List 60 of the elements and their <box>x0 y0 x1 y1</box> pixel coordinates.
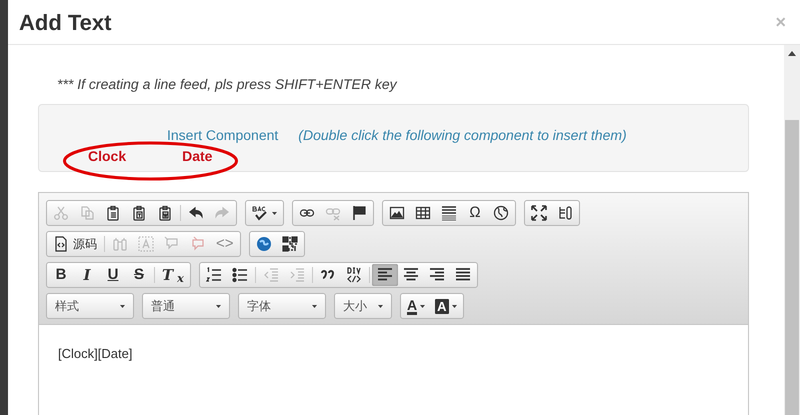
scrollbar[interactable] <box>784 45 800 415</box>
toolbar-button[interactable]: U <box>100 264 126 286</box>
dialog-title: Add Text <box>19 8 112 36</box>
dropdown[interactable]: 大小 <box>334 293 392 319</box>
toolbar-button[interactable]: I <box>74 264 100 286</box>
lines-icon <box>441 205 457 221</box>
div-icon <box>346 267 362 283</box>
clipboard-icon <box>157 205 173 221</box>
align-left-icon <box>376 267 393 283</box>
binoculars-icon <box>112 236 128 252</box>
undo-icon <box>188 205 204 221</box>
redo-icon <box>214 205 230 221</box>
scissors-icon <box>53 205 69 221</box>
clipboard-icon <box>131 205 147 221</box>
caret-icon <box>312 304 317 308</box>
qr-code-icon <box>282 236 298 252</box>
select-all-icon <box>138 236 154 252</box>
scroll-up-icon[interactable] <box>788 51 796 56</box>
toolbar-button[interactable] <box>372 264 398 286</box>
table-icon <box>415 205 431 221</box>
toolbar-button[interactable]: S <box>126 264 152 286</box>
instruction-text: (Double click the following component to insert them) <box>298 126 627 145</box>
dropdown[interactable]: 样式 <box>46 293 134 319</box>
caret-icon <box>420 304 426 308</box>
caret-icon <box>216 304 221 308</box>
scrollbar-thumb[interactable] <box>785 120 799 415</box>
caret-icon <box>120 304 125 308</box>
maximize-icon <box>531 205 547 221</box>
indent-icon <box>288 267 305 283</box>
speech-bubble-icon <box>164 236 180 252</box>
dropdown[interactable]: 普通 <box>142 293 230 319</box>
hint-text: *** If creating a line feed, pls press SHIFT+ENTER key <box>56 75 398 94</box>
align-right-icon <box>428 267 445 283</box>
caret-icon <box>272 212 277 214</box>
component-item[interactable]: Clock <box>88 146 126 167</box>
toolbar-button[interactable]: Ω <box>462 202 488 224</box>
numbered-list-icon <box>206 267 222 283</box>
document-icon <box>53 236 69 252</box>
panel-title: Insert Component <box>167 126 278 145</box>
text-color-button[interactable]: A <box>403 295 430 317</box>
component-item[interactable]: Date <box>182 146 212 167</box>
clipboard-icon <box>105 205 121 221</box>
outdent-icon <box>262 267 279 283</box>
image-icon <box>389 205 405 221</box>
pages-icon <box>79 205 95 221</box>
caret-icon <box>452 304 457 308</box>
blocks-icon <box>557 205 573 221</box>
toolbar-button[interactable]: B <box>48 264 74 286</box>
align-center-icon <box>402 267 419 283</box>
flag-icon <box>351 205 367 221</box>
toolbar-button[interactable]: T$_{x}$ <box>157 264 189 286</box>
spellcheck-icon <box>252 205 268 221</box>
editor-text: [Clock][Date] <box>58 345 134 363</box>
background-color-button[interactable]: A <box>431 295 461 317</box>
justify-icon <box>454 267 471 283</box>
dropdown[interactable]: 字体 <box>238 293 326 319</box>
speech-bubble-icon <box>190 236 206 252</box>
source-button[interactable]: 源码 <box>48 233 102 255</box>
bullet-list-icon <box>232 267 248 283</box>
caret-icon <box>378 304 383 308</box>
